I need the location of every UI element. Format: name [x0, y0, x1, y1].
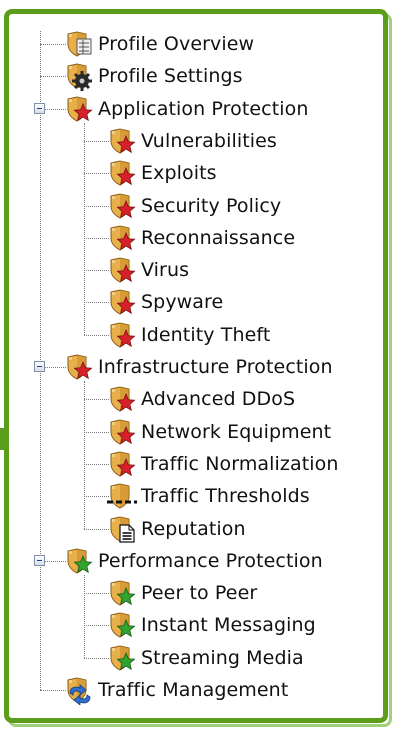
tree-item-peer-to-peer[interactable]: Peer to Peer [107, 578, 257, 608]
tree-item-instant-messaging[interactable]: Instant Messaging [107, 610, 316, 640]
tree-item-label: Security Policy [141, 194, 282, 217]
shield-arrows-icon [64, 675, 94, 705]
tree-connector [84, 528, 109, 530]
tree-item-vulnerabilities[interactable]: Vulnerabilities [107, 126, 277, 156]
tree-connector [84, 334, 109, 336]
collapse-toggle-icon[interactable] [34, 554, 45, 566]
shield-red-star-icon [107, 126, 137, 156]
shield-red-star-icon [107, 191, 137, 221]
tree-item-spyware[interactable]: Spyware [107, 287, 223, 317]
tree-connector [84, 593, 109, 595]
tree-item-infrastructure-protection[interactable]: Infrastructure Protection [64, 352, 333, 382]
tree-item-label: Spyware [141, 291, 224, 314]
tree-connector [84, 205, 109, 207]
shield-red-star-icon [64, 94, 94, 124]
tree-connector [40, 44, 66, 45]
tree-item-network-equipment[interactable]: Network Equipment [107, 417, 331, 447]
tree-item-virus[interactable]: Virus [107, 255, 189, 285]
tree-item-label: Identity Theft [141, 323, 271, 346]
shield-red-star-icon [64, 352, 94, 382]
shield-threshold-icon [107, 481, 137, 511]
profile-tree: Profile Overview Profile Settings Applic… [0, 0, 394, 729]
tree-item-security-policy[interactable]: Security Policy [107, 191, 281, 221]
tree-item-label: Traffic Normalization [141, 452, 339, 475]
tree-item-performance-protection[interactable]: Performance Protection [64, 546, 323, 576]
tree-item-label: Traffic Thresholds [141, 485, 310, 508]
tree-item-label: Instant Messaging [141, 614, 316, 637]
tree-item-application-protection[interactable]: Application Protection [64, 94, 309, 124]
tree-item-identity-theft[interactable]: Identity Theft [107, 320, 270, 350]
tree-item-label: Reconnaissance [141, 226, 296, 249]
tree-connector [40, 76, 66, 78]
tree-item-label: Performance Protection [98, 549, 323, 572]
tree-connector [84, 302, 109, 304]
tree-item-label: Advanced DDoS [141, 388, 296, 411]
collapse-toggle-icon[interactable] [34, 361, 45, 372]
tree-connector [84, 237, 109, 239]
tree-item-reconnaissance[interactable]: Reconnaissance [107, 223, 295, 253]
tree-item-traffic-thresholds[interactable]: Traffic Thresholds [107, 481, 310, 511]
tree-connector [40, 690, 66, 691]
tree-item-label: Reputation [141, 517, 246, 540]
tree-item-reputation[interactable]: Reputation [107, 514, 246, 544]
shield-green-star-icon [64, 546, 94, 576]
shield-red-star-icon [107, 158, 137, 188]
tree-connector [84, 140, 109, 142]
shield-green-star-icon [107, 643, 137, 673]
tree-item-label: Vulnerabilities [141, 129, 277, 152]
tree-branch-line [84, 574, 85, 658]
tree-item-profile-overview[interactable]: Profile Overview [64, 29, 254, 59]
shield-green-star-icon [107, 578, 137, 608]
tree-item-label: Streaming Media [141, 646, 304, 669]
collapse-toggle-icon[interactable] [34, 102, 45, 114]
tree-item-label: Application Protection [98, 97, 309, 120]
tree-connector [84, 431, 109, 433]
tree-connector [84, 270, 109, 272]
tree-connector [84, 625, 109, 627]
shield-red-star-icon [107, 320, 137, 350]
tree-item-label: Peer to Peer [141, 582, 258, 605]
tree-item-exploits[interactable]: Exploits [107, 158, 217, 188]
shield-red-star-icon [107, 449, 137, 479]
tree-item-label: Network Equipment [141, 420, 332, 443]
tree-connector [84, 173, 109, 175]
tree-item-traffic-management[interactable]: Traffic Management [64, 675, 288, 705]
tree-item-streaming-media[interactable]: Streaming Media [107, 643, 304, 673]
tree-connector [84, 399, 109, 401]
tree-connector [84, 463, 109, 465]
tree-connector [84, 657, 109, 659]
shield-document-icon [107, 514, 137, 544]
shield-gear-icon [64, 61, 94, 92]
tree-item-label: Virus [141, 259, 190, 282]
shield-overview-icon [64, 29, 94, 59]
tree-item-traffic-normalization[interactable]: Traffic Normalization [107, 449, 339, 479]
tree-connector [84, 496, 109, 498]
tree-item-label: Traffic Management [98, 679, 289, 701]
tree-item-label: Infrastructure Protection [98, 356, 333, 378]
tree-branch-line [84, 381, 85, 529]
tree-item-label: Exploits [141, 162, 217, 185]
shield-red-star-icon [107, 255, 137, 285]
shield-red-star-icon [107, 384, 137, 414]
shield-red-star-icon [107, 417, 137, 447]
shield-green-star-icon [107, 610, 137, 640]
shield-red-star-icon [107, 287, 137, 317]
tree-item-advanced-ddos[interactable]: Advanced DDoS [107, 384, 295, 414]
tree-item-profile-settings[interactable]: Profile Settings [64, 61, 243, 92]
shield-red-star-icon [107, 223, 137, 253]
tree-item-label: Profile Overview [98, 33, 255, 55]
tree-item-label: Profile Settings [98, 65, 243, 88]
